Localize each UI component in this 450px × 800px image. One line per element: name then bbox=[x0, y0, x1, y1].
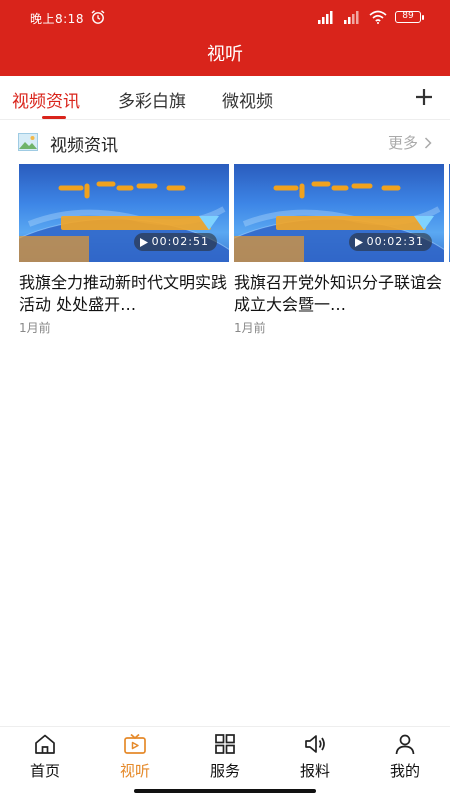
video-title: 我旗全力推动新时代文明实践活动 处处盛开… bbox=[19, 273, 228, 314]
duration-text: 00:02:31 bbox=[366, 235, 424, 248]
play-icon bbox=[354, 237, 363, 247]
video-card[interactable]: 00:02:51 我旗全力推动新时代文明实践活动 处处盛开… 1月前 bbox=[19, 164, 229, 336]
nav-label: 我的 bbox=[389, 762, 420, 780]
status-time: 晚上8:18 bbox=[30, 12, 84, 26]
video-time: 1月前 bbox=[19, 321, 51, 335]
image-icon bbox=[18, 133, 38, 151]
tv-icon bbox=[124, 733, 146, 754]
status-bar: 晚上8:18 89 bbox=[0, 0, 450, 34]
app-screen: 晚上8:18 89 视听 视频资讯 多彩白旗 微视频 视频资讯 更多 00:02… bbox=[0, 0, 450, 800]
section-title: 视频资讯 bbox=[50, 136, 118, 156]
nav-label: 视听 bbox=[119, 762, 150, 780]
tab-video-news[interactable]: 视频资讯 bbox=[12, 87, 80, 112]
video-thumbnail: 00:02:51 bbox=[19, 164, 229, 262]
play-icon bbox=[139, 237, 148, 247]
video-duration: 00:02:51 bbox=[133, 233, 217, 251]
more-link[interactable]: 更多 bbox=[388, 132, 432, 153]
person-icon bbox=[395, 734, 415, 755]
nav-home[interactable]: 首页 bbox=[0, 733, 90, 781]
status-indicators: 89 bbox=[317, 9, 424, 25]
nav-profile[interactable]: 我的 bbox=[360, 733, 450, 781]
tab-bar: 视频资讯 多彩白旗 微视频 bbox=[0, 76, 450, 120]
duration-text: 00:02:51 bbox=[151, 235, 209, 248]
page-title: 视听 bbox=[207, 44, 243, 65]
tab-colorful-baiqi[interactable]: 多彩白旗 bbox=[118, 87, 186, 112]
speaker-icon bbox=[305, 735, 325, 753]
video-title: 我旗召开党外知识分子联谊会成立大会暨一… bbox=[234, 273, 443, 314]
video-thumbnail: 00:02:31 bbox=[234, 164, 444, 262]
battery-icon: 89 bbox=[395, 11, 424, 23]
tab-micro-video[interactable]: 微视频 bbox=[222, 87, 273, 112]
nav-label: 报料 bbox=[299, 762, 330, 780]
nav-audiovisual[interactable]: 视听 bbox=[90, 733, 180, 781]
home-indicator[interactable] bbox=[134, 789, 316, 793]
nav-label: 服务 bbox=[209, 762, 240, 780]
plus-icon[interactable] bbox=[414, 87, 434, 107]
video-time: 1月前 bbox=[234, 321, 266, 335]
chevron-right-icon bbox=[424, 136, 432, 149]
nav-services[interactable]: 服务 bbox=[180, 733, 270, 781]
home-icon bbox=[35, 734, 55, 754]
battery-level: 89 bbox=[395, 11, 421, 23]
bottom-nav: 首页 视听 服务 报料 我的 bbox=[0, 726, 450, 786]
nav-label: 首页 bbox=[29, 762, 60, 780]
wifi-icon bbox=[369, 10, 387, 24]
signal-icon-2 bbox=[344, 11, 359, 24]
video-card[interactable]: 00:02:31 我旗召开党外知识分子联谊会成立大会暨一… 1月前 bbox=[234, 164, 444, 336]
nav-report[interactable]: 报料 bbox=[270, 733, 360, 781]
grid-icon bbox=[215, 734, 235, 754]
signal-icon bbox=[318, 11, 333, 24]
more-label: 更多 bbox=[387, 134, 418, 152]
active-tab-indicator bbox=[42, 116, 66, 119]
video-duration: 00:02:31 bbox=[348, 233, 432, 251]
section-header: 视频资讯 更多 bbox=[0, 126, 450, 158]
alarm-icon bbox=[91, 10, 105, 24]
